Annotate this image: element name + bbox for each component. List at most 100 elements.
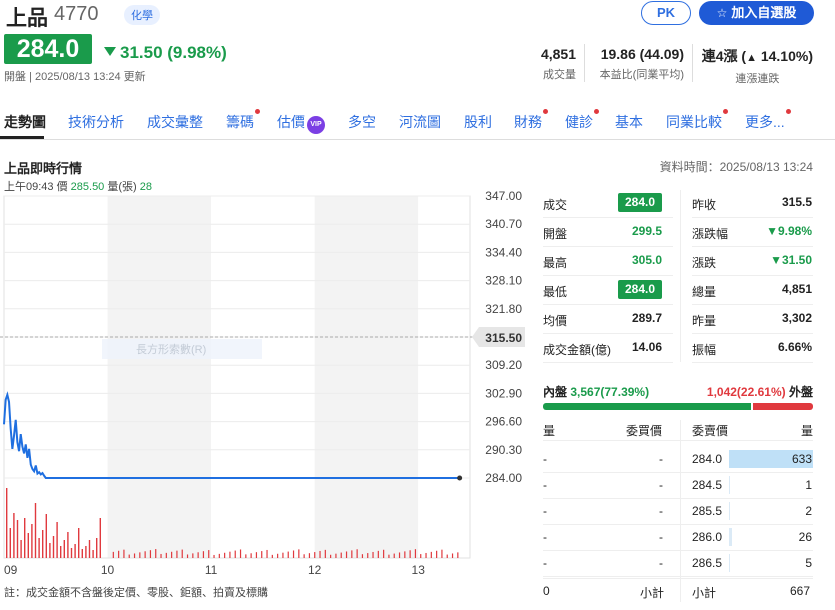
orderbook-row-divider <box>543 524 813 525</box>
tab-valuation[interactable]: 估價 VIP <box>277 112 325 134</box>
tab-long-short[interactable]: 多空 <box>348 112 376 132</box>
volume-bar <box>255 552 258 558</box>
volume-bar <box>420 554 422 558</box>
volume-bar <box>70 548 73 558</box>
tab-label: 技術分析 <box>68 114 124 130</box>
chart-band <box>418 196 470 558</box>
quote-label: 振幅 <box>692 343 717 357</box>
price-change: 31.50 (9.98%) <box>104 43 227 63</box>
quote-label: 成交 <box>543 198 568 212</box>
volume-bar <box>393 553 395 558</box>
volume-bar <box>245 554 247 558</box>
inner-outer-ratio: 內盤 3,567(77.39%) 1,042(22.61%) 外盤 <box>543 383 813 400</box>
tab-label: 走勢圖 <box>4 114 46 130</box>
volume-bar <box>6 488 8 558</box>
volume-bar <box>261 551 263 558</box>
tab-label: 河流圖 <box>399 114 441 130</box>
stat-streak-value: 連4漲 (▲ 14.10%) <box>702 46 813 66</box>
tab-dividend[interactable]: 股利 <box>464 112 492 132</box>
ask-price: 284.0 <box>692 452 723 466</box>
volume-bar <box>398 552 401 558</box>
quote-row: 總量 4,851 <box>692 277 813 305</box>
ask-volume-bar <box>729 502 730 520</box>
volume-bar <box>34 503 37 558</box>
tab-label: 財務 <box>514 114 542 130</box>
outer-ratio-bar <box>753 403 813 410</box>
quote-value: 284.0 <box>618 193 662 212</box>
new-dot-icon <box>594 109 599 114</box>
section-title: 上品即時行情 <box>4 161 83 176</box>
tab-trades[interactable]: 成交彙整 <box>147 112 203 132</box>
y-tick-label: 321.80 <box>485 302 522 316</box>
tab-financial[interactable]: 財務 <box>514 109 548 132</box>
tab-chips[interactable]: 籌碼 <box>226 109 260 132</box>
tab-label: 同業比較 <box>666 114 722 130</box>
orderbook-divider <box>543 440 813 441</box>
reference-price-label: 315.50 <box>485 331 522 345</box>
data-time: 資料時間：2025/08/13 13:24 <box>659 160 813 174</box>
quote-row: 振幅 6.66% <box>692 335 813 363</box>
stat-volume-value: 4,851 <box>540 46 576 62</box>
y-tick-label: 347.00 <box>485 190 522 203</box>
stat-pe-value: 19.86 (44.09) <box>600 46 684 62</box>
volume-bar <box>74 544 76 558</box>
quote-label: 漲跌 <box>692 256 717 270</box>
orderbook-row-divider <box>543 550 813 551</box>
stat-divider <box>692 44 693 82</box>
volume-bar <box>314 552 316 558</box>
volume-bar <box>78 528 80 558</box>
pk-button[interactable]: PK <box>641 1 691 25</box>
bid-volume: - <box>543 504 547 518</box>
volume-bar <box>128 554 130 558</box>
tab-label: 更多... <box>745 114 785 130</box>
y-tick-label: 290.30 <box>485 443 522 457</box>
orderbook-column-divider <box>680 420 681 602</box>
tab-health[interactable]: 健診 <box>565 109 599 132</box>
current-price: 284.0 <box>4 34 92 64</box>
volume-bar <box>383 549 385 558</box>
orderbook-row-divider <box>543 498 813 499</box>
volume-bar <box>324 549 326 558</box>
volume-bar <box>20 540 22 558</box>
quote-row: 最高 305.0 <box>543 248 673 276</box>
stat-volume: 4,851 成交量 <box>541 46 576 82</box>
volume-bar <box>16 520 19 558</box>
x-tick-label: 12 <box>308 563 322 577</box>
tab-more[interactable]: 更多... <box>745 109 791 132</box>
quote-row: 昨量 3,302 <box>692 306 813 334</box>
y-tick-label: 284.00 <box>485 471 522 485</box>
tab-basic[interactable]: 基本 <box>615 112 643 132</box>
volume-bar <box>149 550 152 558</box>
intraday-chart[interactable]: 347.00 340.70 334.40 328.10 321.80 309.20 302.… <box>0 190 535 580</box>
x-axis-ticks: 09 10 11 12 13 <box>4 563 425 577</box>
volume-bar <box>229 551 231 558</box>
volume-bar <box>330 554 332 558</box>
new-dot-icon <box>543 109 548 114</box>
tab-technical[interactable]: 技術分析 <box>68 112 124 132</box>
quote-row: 成交金額(億) 14.06 <box>543 335 673 363</box>
inner-label: 內盤 <box>543 385 568 399</box>
quote-label: 漲跌幅 <box>692 227 729 241</box>
volume-bar <box>250 553 252 558</box>
volume-bar <box>144 551 146 558</box>
volume-bar <box>81 549 83 558</box>
volume-bar <box>45 514 47 558</box>
volume-bar <box>42 530 44 558</box>
tab-river[interactable]: 河流圖 <box>399 112 441 132</box>
orderbook-row-divider <box>543 576 813 577</box>
update-time: 開盤 | 2025/08/13 13:24 更新 <box>4 71 146 83</box>
quote-value: 305.0 <box>631 253 662 267</box>
volume-bar <box>425 552 427 558</box>
volume-bar <box>345 551 348 558</box>
volume-bar <box>308 553 311 558</box>
add-watchlist-button[interactable]: ☆ 加入自選股 <box>699 1 814 25</box>
volume-bar <box>224 552 226 558</box>
tab-peer[interactable]: 同業比較 <box>666 109 728 132</box>
triangle-down-icon <box>104 47 116 56</box>
industry-tag[interactable]: 化學 <box>124 5 160 25</box>
tab-label: 健診 <box>565 114 593 130</box>
tab-label: 基本 <box>615 114 643 130</box>
volume-bar <box>404 551 406 558</box>
volume-bar <box>133 553 136 558</box>
tab-trend[interactable]: 走勢圖 <box>4 112 46 132</box>
